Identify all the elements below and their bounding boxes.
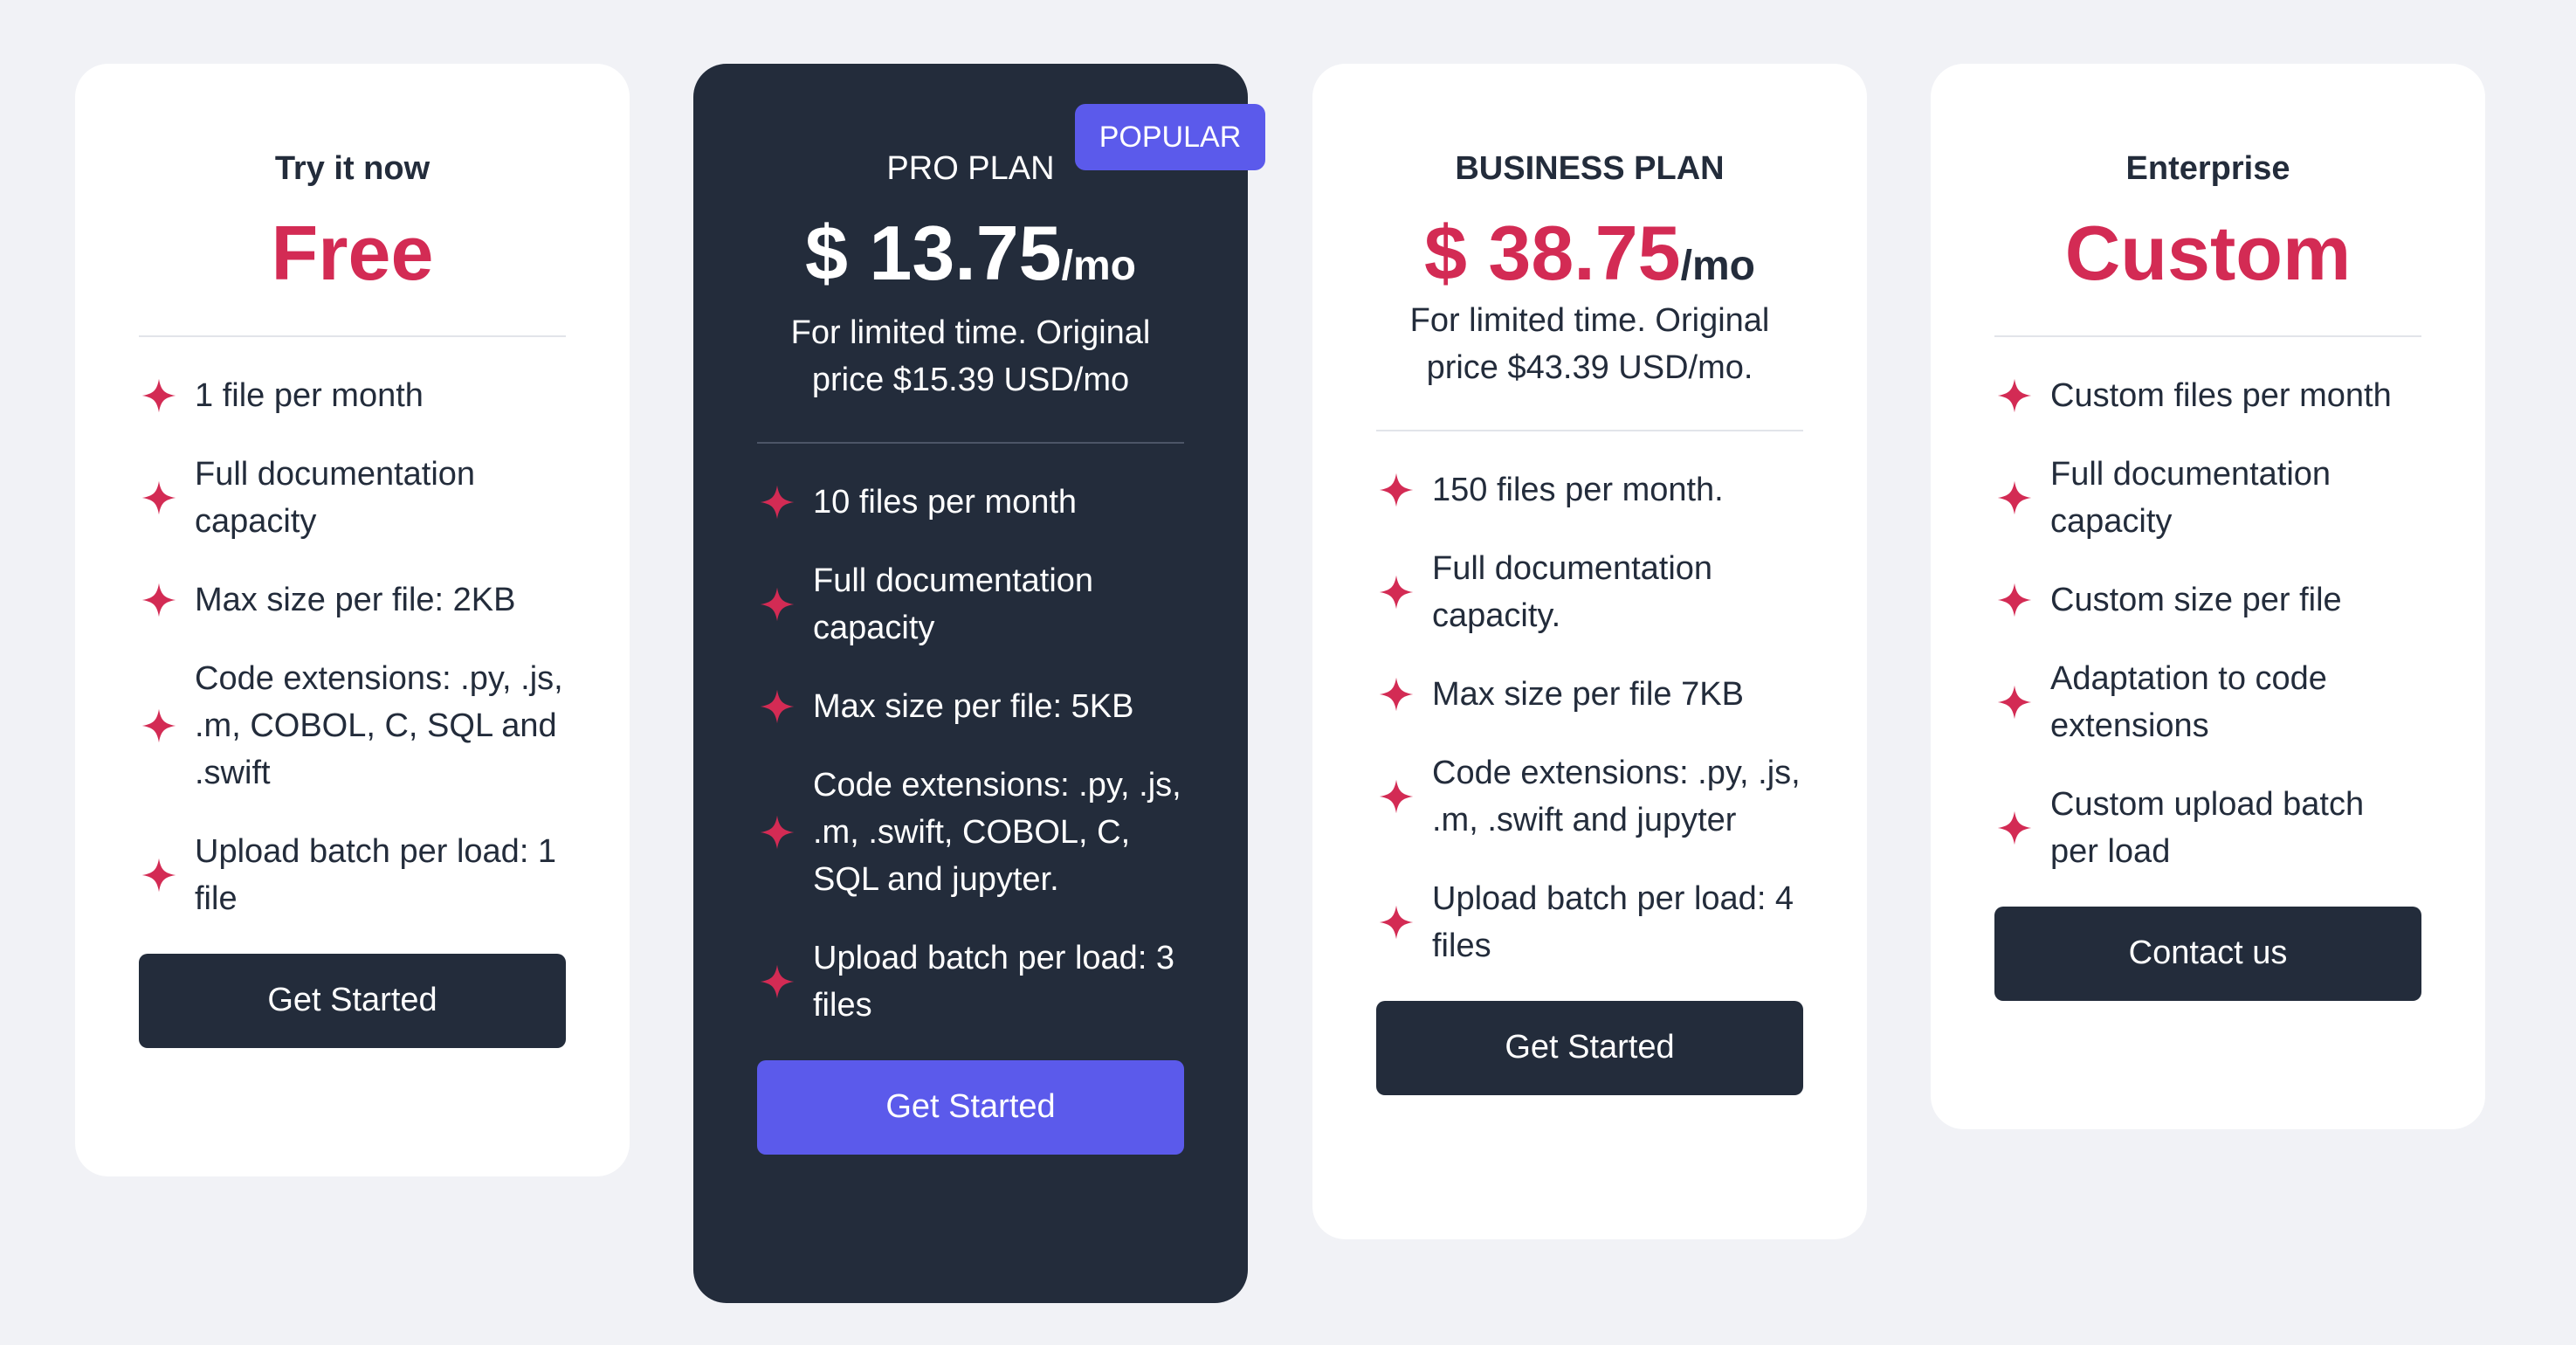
plan-name: Try it now <box>274 150 430 187</box>
sparkle-star-icon <box>757 962 797 1002</box>
sparkle-star-icon <box>139 706 179 746</box>
feature-text: Custom size per file <box>2050 581 2342 618</box>
sparkle-star-icon <box>1994 478 2035 518</box>
feature-item: 10 files per month <box>757 479 1184 526</box>
feature-item: Full documentation capacity <box>1994 451 2421 545</box>
feature-item: Max size per file: 5KB <box>757 683 1184 730</box>
price-amount: $ 38.75 <box>1424 209 1681 296</box>
feature-text: Code extensions: .py, .js, .m, COBOL, C,… <box>195 659 563 791</box>
sparkle-star-icon <box>1376 776 1416 817</box>
feature-list: 10 files per month Full documentation ca… <box>757 479 1184 1029</box>
sparkle-star-icon <box>1376 572 1416 612</box>
feature-item: Code extensions: .py, .js, .m, .swift, C… <box>757 762 1184 903</box>
price-period: /mo <box>1061 242 1136 289</box>
plan-price: Free <box>139 209 566 297</box>
feature-text: Max size per file 7KB <box>1432 675 1744 713</box>
feature-text: Max size per file: 2KB <box>195 581 516 618</box>
sparkle-star-icon <box>139 478 179 518</box>
sparkle-star-icon <box>757 584 797 624</box>
price-period: /mo <box>1680 242 1755 289</box>
get-started-button[interactable]: Get Started <box>139 953 566 1048</box>
feature-text: Full documentation capacity <box>813 562 1094 646</box>
sparkle-star-icon <box>1994 580 2035 620</box>
feature-item: Adaptation to code extensions <box>1994 655 2421 749</box>
feature-text: Full documentation capacity <box>2050 455 2331 540</box>
feature-item: Custom size per file <box>1994 576 2421 624</box>
sparkle-star-icon <box>757 812 797 852</box>
sparkle-star-icon <box>1376 470 1416 510</box>
plan-card-enterprise: Enterprise Custom Custom files per month… <box>1931 64 2485 1129</box>
feature-text: 150 files per month. <box>1432 471 1724 508</box>
feature-item: Max size per file: 2KB <box>139 576 566 624</box>
feature-text: Code extensions: .py, .js, .m, .swift, C… <box>813 766 1181 898</box>
contact-us-button[interactable]: Contact us <box>1994 906 2421 1001</box>
sparkle-star-icon <box>1994 376 2035 416</box>
sparkle-star-icon <box>1994 682 2035 722</box>
popular-badge: POPULAR <box>1075 104 1265 170</box>
sparkle-star-icon <box>1994 808 2035 848</box>
sparkle-star-icon <box>757 482 797 522</box>
sparkle-star-icon <box>757 686 797 727</box>
feature-item: Full documentation capacity <box>139 451 566 545</box>
plan-name: BUSINESS PLAN <box>1455 150 1725 187</box>
sparkle-star-icon <box>139 376 179 416</box>
sparkle-star-icon <box>1376 902 1416 942</box>
feature-item: Custom files per month <box>1994 372 2421 419</box>
feature-list: 1 file per month Full documentation capa… <box>139 372 566 922</box>
divider <box>1376 429 1803 431</box>
sparkle-star-icon <box>1376 674 1416 714</box>
feature-text: Full documentation capacity <box>195 455 476 540</box>
price-amount: Free <box>271 209 434 296</box>
feature-item: Upload batch per load: 1 file <box>139 828 566 922</box>
feature-text: Adaptation to code extensions <box>2050 659 2327 744</box>
plan-card-business: BUSINESS PLAN $ 38.75/mo For limited tim… <box>1312 64 1867 1239</box>
feature-text: Max size per file: 5KB <box>813 687 1134 725</box>
plan-price: Custom <box>1994 209 2421 297</box>
feature-item: Upload batch per load: 3 files <box>757 935 1184 1029</box>
feature-item: Custom upload batch per load <box>1994 781 2421 875</box>
feature-text: 1 file per month <box>195 376 424 414</box>
feature-list: Custom files per month Full documentatio… <box>1994 372 2421 875</box>
feature-list: 150 files per month. Full documentation … <box>1376 466 1803 969</box>
get-started-button[interactable]: Get Started <box>1376 1000 1803 1095</box>
feature-text: Custom files per month <box>2050 376 2392 414</box>
feature-item: Full documentation capacity <box>757 557 1184 652</box>
divider <box>139 335 566 337</box>
feature-text: Upload batch per load: 4 files <box>1432 879 1794 964</box>
divider <box>1994 335 2421 337</box>
get-started-button[interactable]: Get Started <box>757 1059 1184 1155</box>
plan-card-pro: POPULAR PRO PLAN $ 13.75/mo For limited … <box>693 64 1265 1303</box>
price-amount: Custom <box>2064 209 2352 296</box>
feature-item: 150 files per month. <box>1376 466 1803 514</box>
feature-text: Custom upload batch per load <box>2050 785 2365 870</box>
plan-name: Enterprise <box>2125 150 2290 187</box>
plan-price: $ 13.75/mo <box>757 209 1184 297</box>
feature-text: Full documentation capacity. <box>1432 549 1713 634</box>
price-amount: $ 13.75 <box>805 209 1062 296</box>
feature-text: Upload batch per load: 1 file <box>195 832 557 917</box>
feature-item: 1 file per month <box>139 372 566 419</box>
feature-item: Code extensions: .py, .js, .m, .swift an… <box>1376 749 1803 844</box>
plan-card-free: Try it now Free 1 file per month Full do… <box>75 64 630 1176</box>
price-note: For limited time. Original price $43.39 … <box>1409 301 1770 386</box>
price-note: For limited time. Original price $15.39 … <box>790 314 1151 398</box>
sparkle-star-icon <box>139 855 179 895</box>
feature-text: Upload batch per load: 3 files <box>813 939 1175 1024</box>
feature-item: Full documentation capacity. <box>1376 545 1803 639</box>
plan-price: $ 38.75/mo <box>1376 209 1803 297</box>
feature-item: Max size per file 7KB <box>1376 671 1803 718</box>
feature-item: Upload batch per load: 4 files <box>1376 875 1803 969</box>
feature-item: Code extensions: .py, .js, .m, COBOL, C,… <box>139 655 566 797</box>
feature-text: 10 files per month <box>813 483 1078 521</box>
divider <box>757 441 1184 444</box>
feature-text: Code extensions: .py, .js, .m, .swift an… <box>1432 754 1801 838</box>
sparkle-star-icon <box>139 580 179 620</box>
